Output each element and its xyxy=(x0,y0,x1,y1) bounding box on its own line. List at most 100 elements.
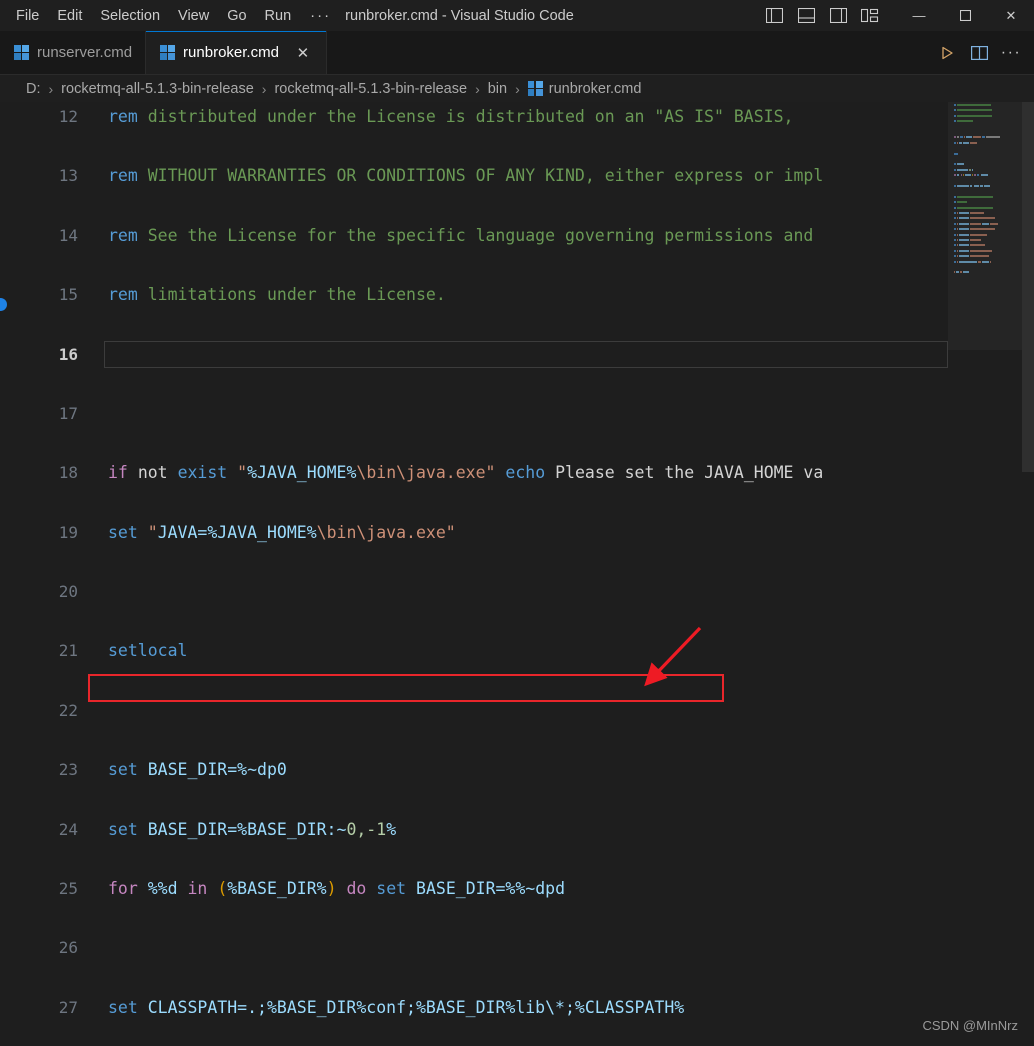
minimap-line-segment xyxy=(954,206,957,209)
minimap-line-segment xyxy=(972,168,973,171)
code-text: set BASE_DIR=%~dp0 xyxy=(108,760,287,780)
breadcrumb-item-drive[interactable]: D: xyxy=(24,80,43,98)
minimap-line-segment xyxy=(954,222,957,225)
minimap-line-segment xyxy=(970,249,993,252)
code-line[interactable]: 12 rem distributed under the License is d… xyxy=(0,102,948,132)
code-line[interactable]: 26 xyxy=(0,933,948,963)
code-line[interactable]: 17 xyxy=(0,399,948,429)
code-line[interactable]: 18 if not exist "%JAVA_HOME%\bin\java.exe… xyxy=(0,458,948,488)
minimap-line-segment xyxy=(959,249,970,252)
code-line[interactable]: 19 set "JAVA=%JAVA_HOME%\bin\java.exe" xyxy=(0,518,948,548)
menu-item-view[interactable]: View xyxy=(169,4,218,28)
minimap-line-segment xyxy=(959,228,970,231)
code-line[interactable]: 21 setlocal xyxy=(0,636,948,666)
toggle-primary-sidebar-icon[interactable] xyxy=(758,0,790,31)
code-line[interactable]: 22 xyxy=(0,696,948,726)
minimap-line-segment xyxy=(957,217,959,220)
maximize-button[interactable] xyxy=(942,0,988,31)
minimap-line-segment xyxy=(966,136,973,139)
minimap-line-segment xyxy=(957,163,965,166)
code-line[interactable]: 15 rem limitations under the License. xyxy=(0,280,948,310)
minimap-line-segment xyxy=(954,249,957,252)
close-button[interactable]: ✕ xyxy=(988,0,1034,31)
menu-bar: File Edit Selection View Go Run ··· xyxy=(0,4,341,28)
scrollbar-thumb[interactable] xyxy=(1022,102,1034,472)
minimap-line-segment xyxy=(957,195,993,198)
split-editor-right-icon[interactable] xyxy=(964,38,994,68)
more-actions-icon[interactable]: ··· xyxy=(996,38,1026,68)
code-text: rem limitations under the License. xyxy=(108,285,446,305)
toggle-panel-icon[interactable] xyxy=(790,0,822,31)
tab-label: runbroker.cmd xyxy=(183,44,279,61)
minimap-line-segment xyxy=(957,104,991,106)
minimap-line-segment xyxy=(968,168,971,171)
minimap-line-segment xyxy=(954,244,957,247)
line-number: 25 xyxy=(58,879,78,899)
minimap-line-segment xyxy=(964,136,966,139)
code-line[interactable]: 13 rem WITHOUT WARRANTIES OR CONDITIONS O… xyxy=(0,161,948,191)
code-line[interactable]: 14 rem See the License for the specific l… xyxy=(0,221,948,251)
editor-actions: ··· xyxy=(932,31,1034,74)
menu-item-run[interactable]: Run xyxy=(256,4,301,28)
line-number: 21 xyxy=(58,641,78,661)
minimap-line-segment xyxy=(971,174,973,177)
code-line[interactable]: 23 set BASE_DIR=%~dp0 xyxy=(0,755,948,785)
menu-item-selection[interactable]: Selection xyxy=(91,4,169,28)
code-line[interactable]: 20 xyxy=(0,577,948,607)
minimap-line-segment xyxy=(957,201,967,204)
menu-item-edit[interactable]: Edit xyxy=(48,4,91,28)
line-number: 16 xyxy=(58,344,78,364)
minimap-line-segment xyxy=(977,174,980,177)
minimap-line-segment xyxy=(979,185,983,187)
minimap-line-segment xyxy=(954,260,957,263)
minimap-line-segment xyxy=(954,163,957,166)
breadcrumb-item-bin[interactable]: bin xyxy=(486,80,509,98)
layout-controls xyxy=(758,0,886,31)
line-number: 19 xyxy=(58,522,78,542)
toggle-secondary-sidebar-icon[interactable] xyxy=(822,0,854,31)
minimap-line-segment xyxy=(973,136,982,139)
minimap-line-segment xyxy=(960,174,963,177)
code-lines-container[interactable]: 12 rem distributed under the License is d… xyxy=(0,102,948,1046)
code-text: rem See the License for the specific lan… xyxy=(108,225,814,245)
minimap-line-segment xyxy=(959,255,970,258)
menu-item-file[interactable]: File xyxy=(7,4,48,28)
close-tab-icon[interactable]: ✕ xyxy=(293,43,313,63)
minimap-line-segment xyxy=(965,174,971,177)
code-text: set CLASSPATH=.;%BASE_DIR%conf;%BASE_DIR… xyxy=(108,997,685,1017)
breadcrumb-item-folder-2[interactable]: rocketmq-all-5.1.3-bin-release xyxy=(272,80,469,98)
code-editor[interactable]: 12 rem distributed under the License is d… xyxy=(0,102,1034,1046)
minimap-line-segment xyxy=(957,239,959,241)
editor-minimap[interactable] xyxy=(948,102,1022,1046)
line-number: 24 xyxy=(58,819,78,839)
breadcrumb: D: › rocketmq-all-5.1.3-bin-release › ro… xyxy=(0,75,1034,102)
menu-item-go[interactable]: Go xyxy=(218,4,255,28)
minimap-line-segment xyxy=(956,136,959,139)
tab-runserver-cmd[interactable]: runserver.cmd xyxy=(0,31,147,74)
customize-layout-icon[interactable] xyxy=(854,0,886,31)
code-line[interactable]: 16 xyxy=(0,340,948,370)
minimap-line-segment xyxy=(970,233,987,236)
minimap-line-segment xyxy=(954,228,957,231)
minimap-line-segment xyxy=(957,260,959,263)
tab-runbroker-cmd[interactable]: runbroker.cmd ✕ xyxy=(146,31,327,74)
minimap-line-segment xyxy=(954,104,957,106)
minimap-line-segment xyxy=(954,201,957,204)
minimap-line-segment xyxy=(989,260,991,263)
editor-scrollbar[interactable] xyxy=(1022,102,1034,1046)
run-file-icon[interactable] xyxy=(932,38,962,68)
line-number: 26 xyxy=(58,938,78,958)
minimap-line-segment xyxy=(959,212,970,214)
minimap-viewport-slider[interactable] xyxy=(948,102,1022,350)
code-line[interactable]: 25 for %%d in (%BASE_DIR%) do set BASE_DI… xyxy=(0,874,948,904)
minimap-line-segment xyxy=(970,239,982,241)
breadcrumb-item-file[interactable]: runbroker.cmd xyxy=(526,80,644,98)
minimize-button[interactable]: — xyxy=(896,0,942,31)
code-line[interactable]: 27 set CLASSPATH=.;%BASE_DIR%conf;%BASE_D… xyxy=(0,993,948,1023)
menu-overflow-icon[interactable]: ··· xyxy=(300,4,341,27)
minimap-line-segment xyxy=(954,195,957,198)
minimap-line-segment xyxy=(984,185,990,187)
code-line[interactable]: 24 set BASE_DIR=%BASE_DIR:~0,-1% xyxy=(0,815,948,845)
windows-file-icon xyxy=(14,45,29,60)
breadcrumb-item-folder-1[interactable]: rocketmq-all-5.1.3-bin-release xyxy=(59,80,256,98)
